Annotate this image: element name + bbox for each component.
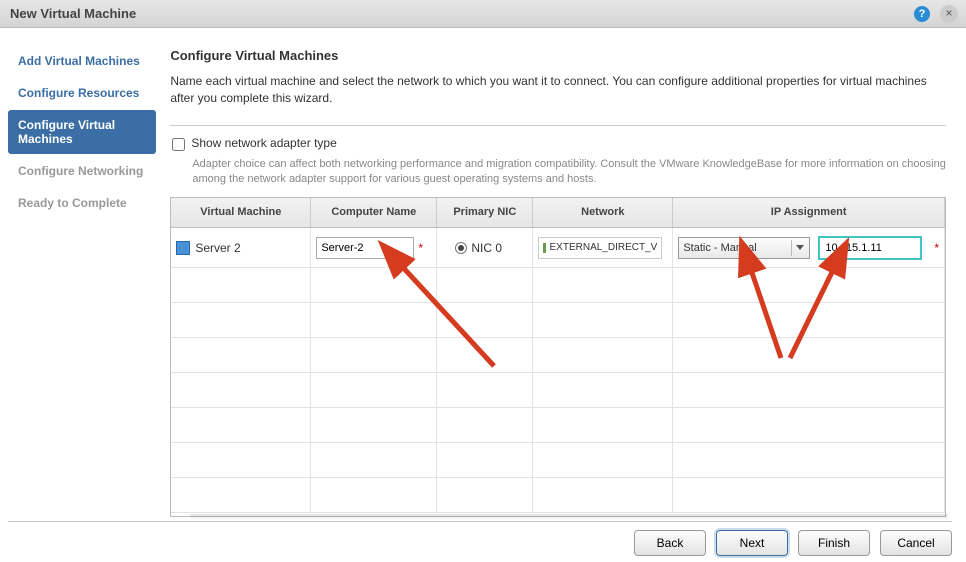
- network-select[interactable]: EXTERNAL_DIRECT_V: [538, 237, 662, 259]
- page-description: Name each virtual machine and select the…: [170, 73, 946, 107]
- network-icon: [543, 243, 545, 253]
- wizard-sidebar: Add Virtual Machines Configure Resources…: [0, 28, 156, 524]
- step-configure-networking: Configure Networking: [8, 156, 156, 186]
- col-virtual-machine: Virtual Machine: [171, 198, 311, 227]
- network-value: EXTERNAL_DIRECT_V: [550, 242, 658, 253]
- table-row: [171, 478, 945, 513]
- table-row: [171, 373, 945, 408]
- content-pane: Configure Virtual Machines Name each vir…: [156, 28, 966, 524]
- show-network-adapter-checkbox[interactable]: [172, 138, 185, 151]
- primary-nic-label: NIC 0: [471, 241, 502, 255]
- table-row: [171, 338, 945, 373]
- titlebar: New Virtual Machine ? ×: [0, 0, 966, 28]
- close-icon[interactable]: ×: [940, 5, 958, 23]
- footer-buttons: Back Next Finish Cancel: [634, 530, 952, 556]
- chevron-down-icon: [791, 240, 807, 256]
- grid-body: Server 2 * NIC 0 EXTERNAL_DIRECT_V: [171, 228, 945, 517]
- finish-button[interactable]: Finish: [798, 530, 870, 556]
- table-row: [171, 303, 945, 338]
- col-ip-assignment: IP Assignment: [673, 198, 945, 227]
- col-network: Network: [533, 198, 673, 227]
- help-icon[interactable]: ?: [914, 6, 930, 22]
- cancel-button[interactable]: Cancel: [880, 530, 952, 556]
- col-primary-nic: Primary NIC: [437, 198, 533, 227]
- next-button[interactable]: Next: [716, 530, 788, 556]
- step-configure-resources[interactable]: Configure Resources: [8, 78, 156, 108]
- computer-name-input[interactable]: [316, 237, 414, 259]
- show-network-adapter-label: Show network adapter type: [191, 136, 336, 150]
- vm-grid: Virtual Machine Computer Name Primary NI…: [170, 197, 946, 517]
- table-row: Server 2 * NIC 0 EXTERNAL_DIRECT_V: [171, 228, 945, 268]
- step-configure-virtual-machines[interactable]: Configure Virtual Machines: [8, 110, 156, 154]
- page-heading: Configure Virtual Machines: [170, 48, 946, 63]
- ip-address-input[interactable]: [818, 236, 922, 260]
- vm-name-label: Server 2: [195, 241, 240, 255]
- footer-divider: [8, 521, 952, 522]
- required-asterisk: *: [418, 241, 423, 255]
- ip-mode-dropdown[interactable]: Static - Manual: [678, 237, 810, 259]
- back-button[interactable]: Back: [634, 530, 706, 556]
- table-row: [171, 443, 945, 478]
- required-asterisk: *: [934, 241, 939, 255]
- grid-header: Virtual Machine Computer Name Primary NI…: [171, 198, 945, 228]
- primary-nic-radio[interactable]: [455, 242, 467, 254]
- vm-icon: [176, 241, 190, 255]
- col-computer-name: Computer Name: [311, 198, 437, 227]
- step-ready-to-complete: Ready to Complete: [8, 188, 156, 218]
- step-add-virtual-machines[interactable]: Add Virtual Machines: [8, 46, 156, 76]
- ip-mode-value: Static - Manual: [683, 242, 756, 254]
- table-row: [171, 268, 945, 303]
- divider: [170, 125, 946, 126]
- window-title: New Virtual Machine: [10, 6, 136, 21]
- table-row: [171, 408, 945, 443]
- adapter-hint-text: Adapter choice can affect both networkin…: [192, 157, 946, 188]
- shadow-divider: [190, 514, 948, 520]
